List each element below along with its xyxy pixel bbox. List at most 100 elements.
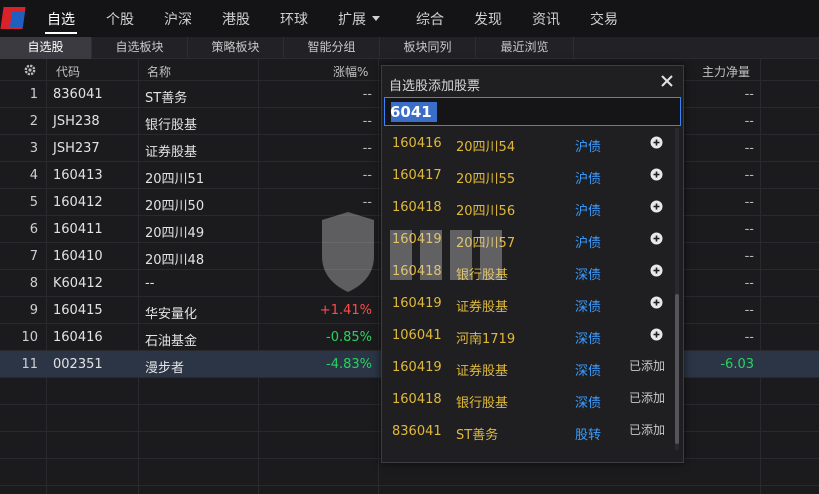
add-circle-icon[interactable] bbox=[650, 264, 663, 277]
row-change: -- bbox=[362, 87, 372, 102]
row-name: 20四川51 bbox=[145, 172, 205, 187]
tab-smart-groups[interactable]: 智能分组 bbox=[284, 37, 380, 59]
header-netflow[interactable]: 主力净量 bbox=[702, 63, 750, 80]
row-code: 002351 bbox=[53, 357, 103, 372]
row-name: ST善务 bbox=[145, 91, 188, 106]
result-name: 20四川57 bbox=[456, 236, 516, 251]
result-code: 160416 bbox=[392, 136, 442, 151]
row-name: -- bbox=[145, 276, 155, 291]
menu-item-extend-label: 扩展 bbox=[338, 12, 366, 28]
list-item[interactable]: 160418 20四川56 沪债 bbox=[382, 192, 672, 224]
added-label: 已添加 bbox=[629, 391, 666, 405]
menu-item-hs[interactable]: 沪深 bbox=[164, 9, 192, 29]
list-item[interactable]: 836041 ST善务 股转 已添加 bbox=[382, 416, 672, 448]
row-name: 华安量化 bbox=[145, 307, 198, 322]
result-name: 银行股基 bbox=[456, 396, 509, 411]
empty-row bbox=[0, 459, 819, 486]
row-code: 160410 bbox=[53, 249, 103, 264]
row-index: 7 bbox=[29, 249, 38, 264]
row-index: 6 bbox=[29, 222, 38, 237]
result-name: ST善务 bbox=[456, 428, 499, 443]
row-netflow: -- bbox=[744, 249, 754, 264]
row-index: 2 bbox=[29, 114, 38, 129]
row-code: 160415 bbox=[53, 303, 103, 318]
row-name: 20四川49 bbox=[145, 226, 205, 241]
menu-item-hk[interactable]: 港股 bbox=[222, 9, 250, 29]
row-index: 4 bbox=[29, 168, 38, 183]
list-item[interactable]: 160417 20四川55 沪债 bbox=[382, 160, 672, 192]
row-name: 20四川50 bbox=[145, 199, 205, 214]
row-change: -- bbox=[362, 141, 372, 156]
result-code: 160419 bbox=[392, 296, 442, 311]
stock-search-input[interactable] bbox=[390, 101, 675, 123]
row-change: -0.85% bbox=[326, 330, 372, 345]
row-change: -- bbox=[362, 114, 372, 129]
result-market: 深债 bbox=[575, 364, 602, 379]
gear-icon[interactable] bbox=[23, 63, 37, 77]
header-name[interactable]: 名称 bbox=[147, 63, 171, 80]
list-item[interactable]: 160419 证券股基 深债 bbox=[382, 288, 672, 320]
row-index: 11 bbox=[21, 357, 38, 372]
row-index: 3 bbox=[29, 141, 38, 156]
result-code: 160419 bbox=[392, 232, 442, 247]
add-circle-icon[interactable] bbox=[650, 296, 663, 309]
result-name: 河南1719 bbox=[456, 332, 516, 347]
add-circle-icon[interactable] bbox=[650, 136, 663, 149]
result-code: 160418 bbox=[392, 392, 442, 407]
row-name: 漫步者 bbox=[145, 361, 185, 376]
menu-item-extend[interactable]: 扩展 bbox=[338, 9, 380, 29]
scrollbar-thumb[interactable] bbox=[675, 294, 679, 444]
tab-sector-columns[interactable]: 板块同列 bbox=[380, 37, 476, 59]
dialog-title: 自选股添加股票 bbox=[389, 79, 481, 94]
result-code: 836041 bbox=[392, 424, 442, 439]
menu-item-trade[interactable]: 交易 bbox=[590, 9, 618, 29]
header-code[interactable]: 代码 bbox=[56, 63, 80, 80]
app-logo bbox=[0, 7, 26, 29]
row-netflow: -- bbox=[744, 222, 754, 237]
chevron-down-icon bbox=[372, 16, 380, 21]
row-name: 银行股基 bbox=[145, 118, 198, 133]
result-name: 20四川55 bbox=[456, 172, 516, 187]
stock-search-field[interactable] bbox=[384, 97, 681, 126]
result-code: 160417 bbox=[392, 168, 442, 183]
result-code: 106041 bbox=[392, 328, 442, 343]
list-item[interactable]: 160419 证券股基 深债 已添加 bbox=[382, 352, 672, 384]
list-item[interactable]: 160416 20四川54 沪债 bbox=[382, 128, 672, 160]
result-name: 银行股基 bbox=[456, 268, 509, 283]
close-icon[interactable] bbox=[658, 72, 676, 90]
menu-item-discover[interactable]: 发现 bbox=[474, 9, 502, 29]
menu-item-stocks[interactable]: 个股 bbox=[106, 9, 134, 29]
menu-item-composite[interactable]: 综合 bbox=[416, 9, 444, 29]
tab-recent[interactable]: 最近浏览 bbox=[476, 37, 574, 59]
add-circle-icon[interactable] bbox=[650, 168, 663, 181]
menu-item-watchlist[interactable]: 自选 bbox=[47, 9, 75, 29]
result-market: 沪债 bbox=[575, 172, 602, 187]
list-item[interactable]: 106041 河南1719 深债 bbox=[382, 320, 672, 352]
row-netflow: -- bbox=[744, 276, 754, 291]
result-name: 20四川56 bbox=[456, 204, 516, 219]
row-change: -- bbox=[362, 168, 372, 183]
add-circle-icon[interactable] bbox=[650, 200, 663, 213]
add-circle-icon[interactable] bbox=[650, 328, 663, 341]
added-label: 已添加 bbox=[629, 359, 666, 373]
menu-item-news[interactable]: 资讯 bbox=[532, 9, 560, 29]
list-item[interactable]: 160419 20四川57 沪债 bbox=[382, 224, 672, 256]
tab-strategy-sectors[interactable]: 策略板块 bbox=[188, 37, 284, 59]
row-code: 160411 bbox=[53, 222, 103, 237]
result-market: 沪债 bbox=[575, 140, 602, 155]
row-index: 8 bbox=[29, 276, 38, 291]
add-circle-icon[interactable] bbox=[650, 232, 663, 245]
list-item[interactable]: 160418 银行股基 深债 bbox=[382, 256, 672, 288]
header-change[interactable]: 涨幅% bbox=[333, 63, 368, 80]
top-menu-bar: 自选 个股 沪深 港股 环球 扩展 综合 发现 资讯 交易 bbox=[0, 0, 819, 37]
row-index: 9 bbox=[29, 303, 38, 318]
list-item[interactable]: 160418 银行股基 深债 已添加 bbox=[382, 384, 672, 416]
added-label: 已添加 bbox=[629, 423, 666, 437]
row-name: 石油基金 bbox=[145, 334, 198, 349]
row-change: -- bbox=[362, 195, 372, 210]
row-code: 160412 bbox=[53, 195, 103, 210]
row-netflow: -6.03 bbox=[720, 357, 754, 372]
menu-item-global[interactable]: 环球 bbox=[280, 9, 308, 29]
tab-watch-stocks[interactable]: 自选股 bbox=[0, 37, 92, 59]
tab-watch-sectors[interactable]: 自选板块 bbox=[92, 37, 188, 59]
